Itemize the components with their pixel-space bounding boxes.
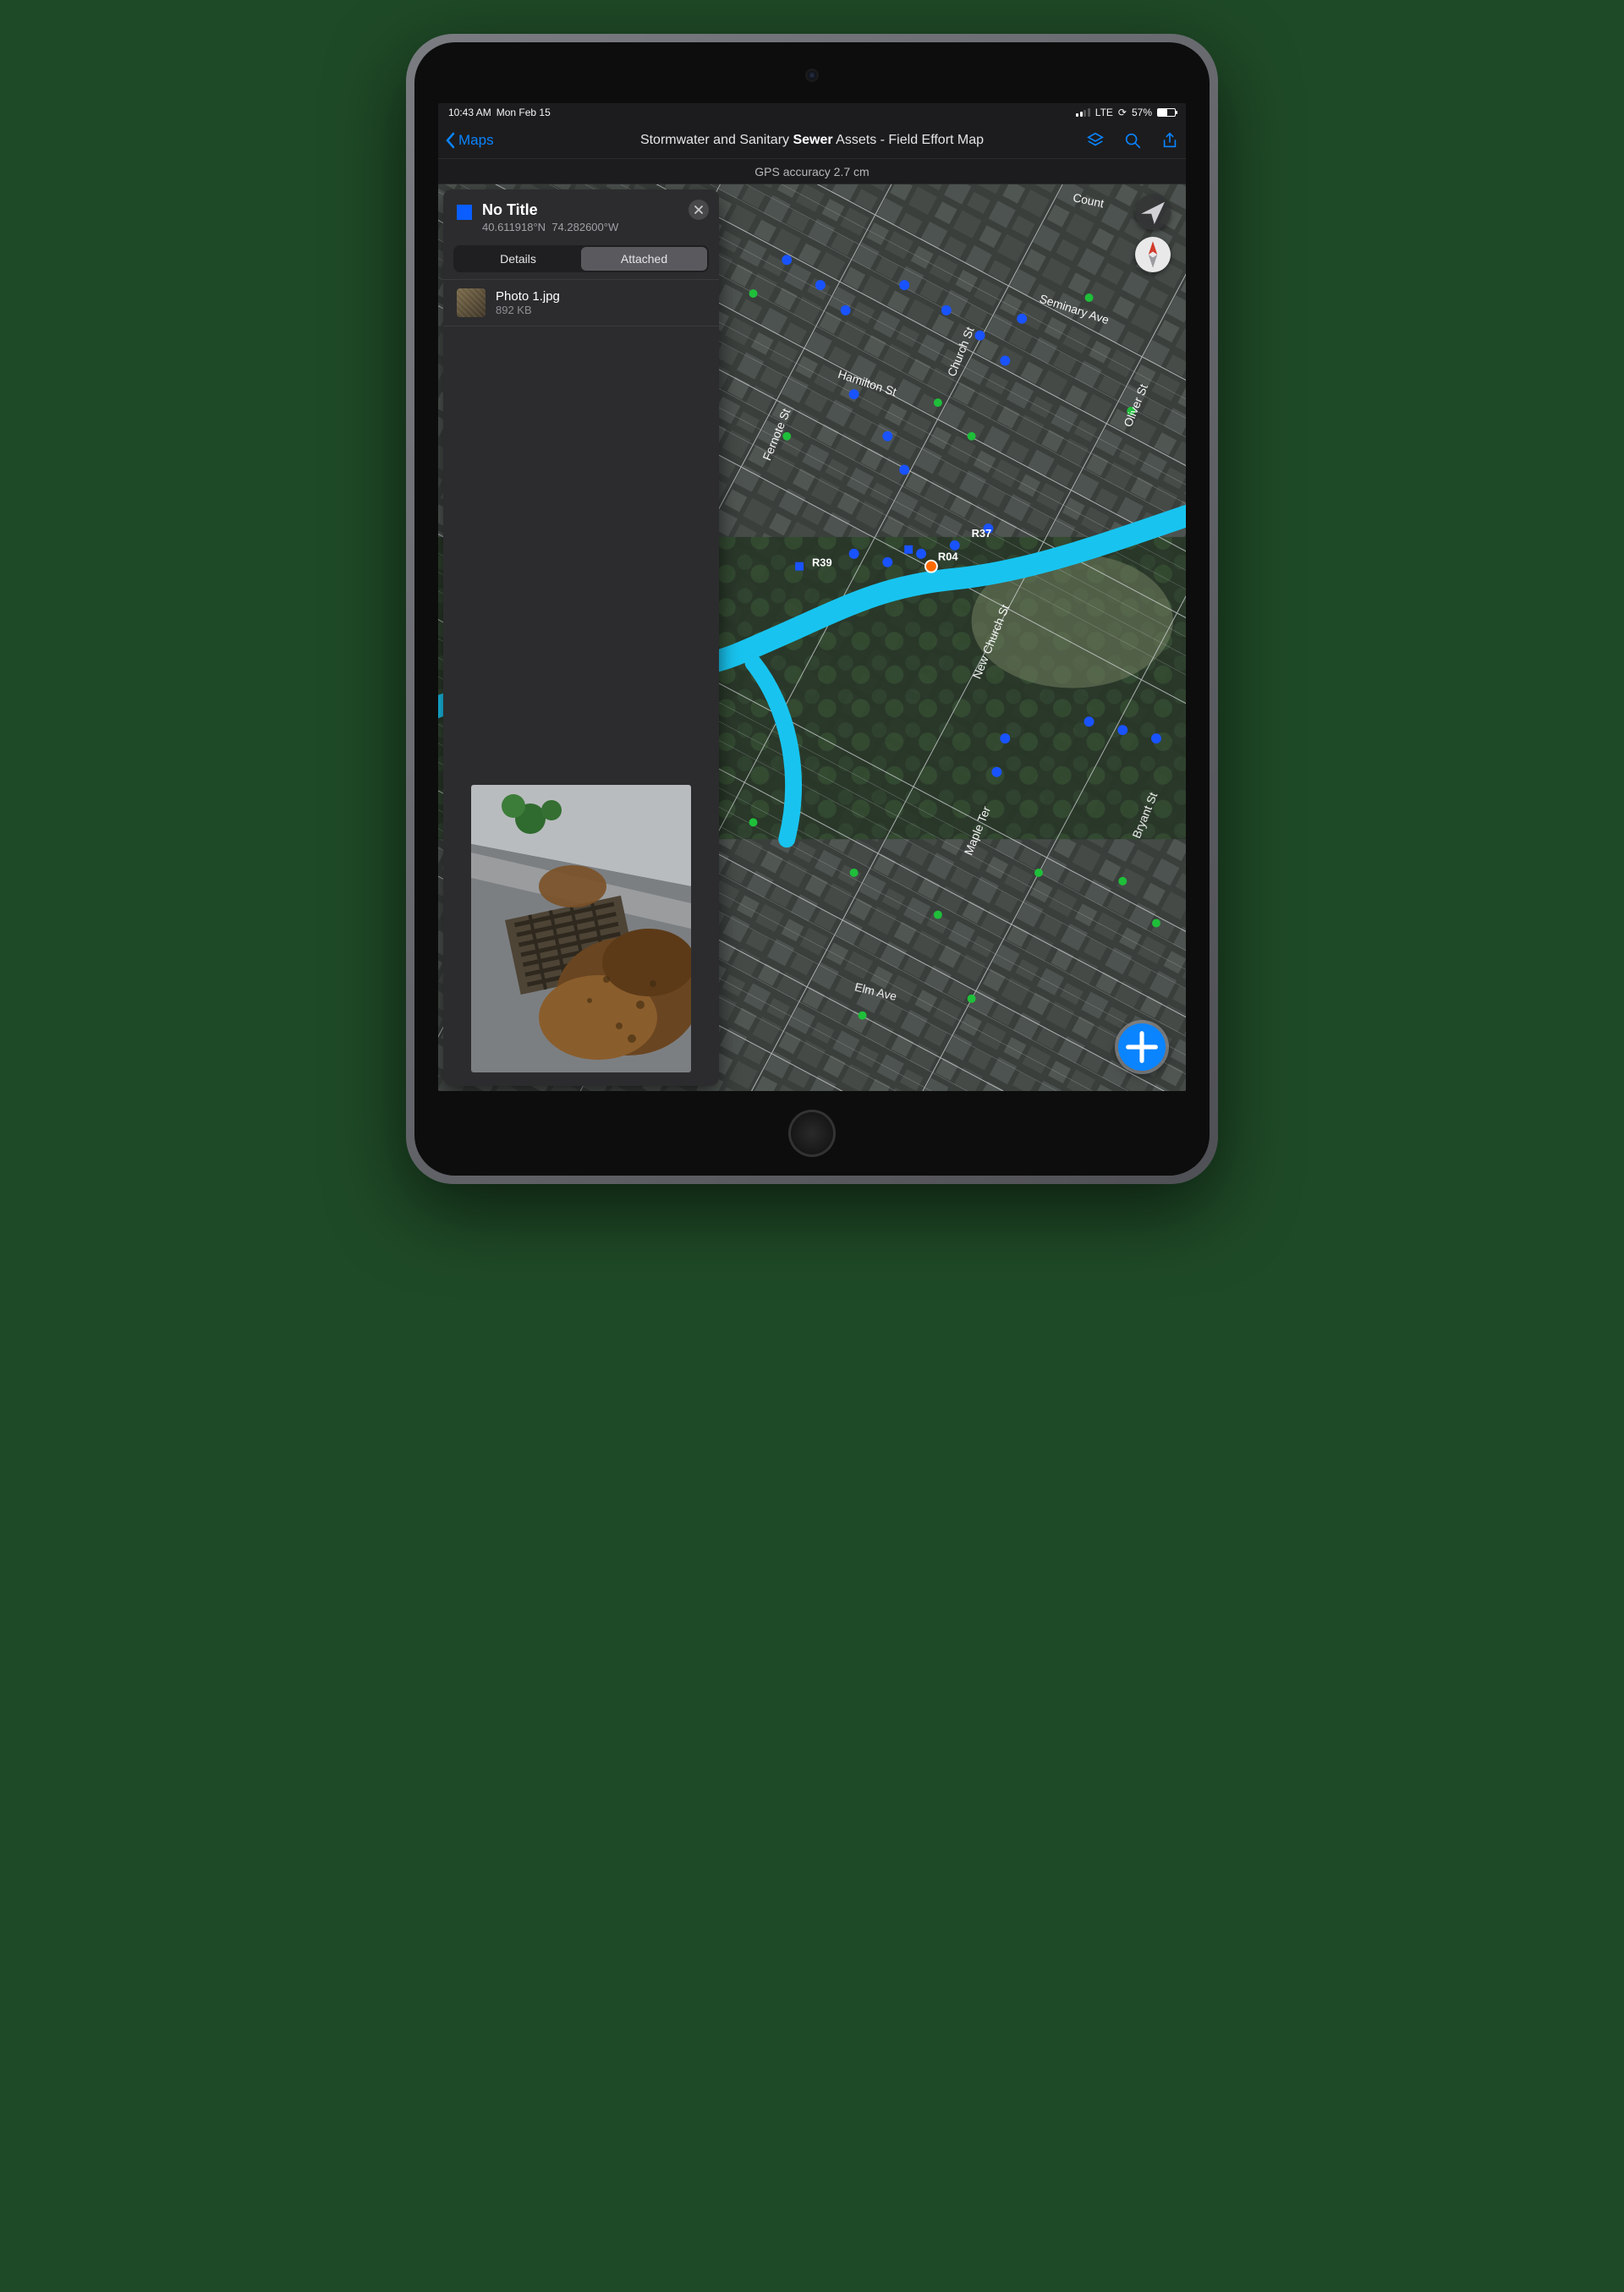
feature-title: No Title [482, 201, 618, 219]
ipad-camera [808, 71, 816, 80]
location-arrow-icon [1135, 195, 1171, 230]
panel-tabs: Details Attached [453, 245, 709, 272]
attachment-size: 892 KB [496, 304, 560, 316]
tab-details[interactable]: Details [455, 247, 581, 271]
layers-icon[interactable] [1086, 131, 1105, 150]
nav-title: Stormwater and Sanitary Sewer Assets - F… [438, 133, 1186, 148]
attachment-row[interactable]: Photo 1.jpg 892 KB [443, 279, 719, 326]
nav-bar: Maps Stormwater and Sanitary Sewer Asset… [438, 122, 1186, 159]
close-panel-button[interactable] [689, 200, 709, 220]
status-date: Mon Feb 15 [497, 107, 551, 118]
chevron-left-icon [445, 132, 455, 149]
ipad-frame: 10:43 AM Mon Feb 15 LTE ⟳ 57% Maps [406, 34, 1218, 1184]
orientation-lock-icon: ⟳ [1118, 107, 1127, 118]
battery-icon [1157, 108, 1176, 117]
search-icon[interactable] [1123, 131, 1142, 150]
feature-panel: No Title 40.611918°N 74.282600°W Details… [443, 189, 719, 1086]
tab-attached[interactable]: Attached [581, 247, 707, 271]
ipad-bezel: 10:43 AM Mon Feb 15 LTE ⟳ 57% Maps [414, 42, 1210, 1176]
add-feature-button[interactable] [1118, 1023, 1166, 1071]
status-time: 10:43 AM [448, 107, 491, 118]
attachment-name: Photo 1.jpg [496, 289, 560, 304]
plus-icon [1118, 1023, 1166, 1071]
attachment-preview[interactable] [471, 785, 691, 1072]
feature-coordinates: 40.611918°N 74.282600°W [482, 221, 618, 233]
compass-icon [1135, 237, 1171, 272]
feature-symbol [457, 205, 472, 220]
status-carrier: LTE [1095, 107, 1113, 118]
svg-text:R39: R39 [812, 557, 832, 569]
screen: 10:43 AM Mon Feb 15 LTE ⟳ 57% Maps [438, 103, 1186, 1091]
back-label: Maps [458, 132, 494, 149]
panel-header: No Title 40.611918°N 74.282600°W [443, 189, 719, 242]
attachment-thumbnail [457, 288, 486, 317]
gps-accuracy-text: GPS accuracy 2.7 cm [754, 165, 869, 178]
close-icon [694, 206, 703, 214]
gps-accuracy-bar: GPS accuracy 2.7 cm [438, 159, 1186, 184]
signal-icon [1076, 108, 1090, 117]
back-button[interactable]: Maps [445, 132, 494, 149]
status-battery-pct: 57% [1132, 107, 1152, 118]
svg-text:R04: R04 [938, 551, 958, 563]
locate-button[interactable] [1135, 195, 1171, 230]
compass-button[interactable] [1135, 237, 1171, 272]
share-icon[interactable] [1160, 131, 1179, 150]
ipad-home-button[interactable] [788, 1110, 836, 1157]
status-bar: 10:43 AM Mon Feb 15 LTE ⟳ 57% [438, 103, 1186, 122]
svg-text:R37: R37 [972, 527, 992, 540]
